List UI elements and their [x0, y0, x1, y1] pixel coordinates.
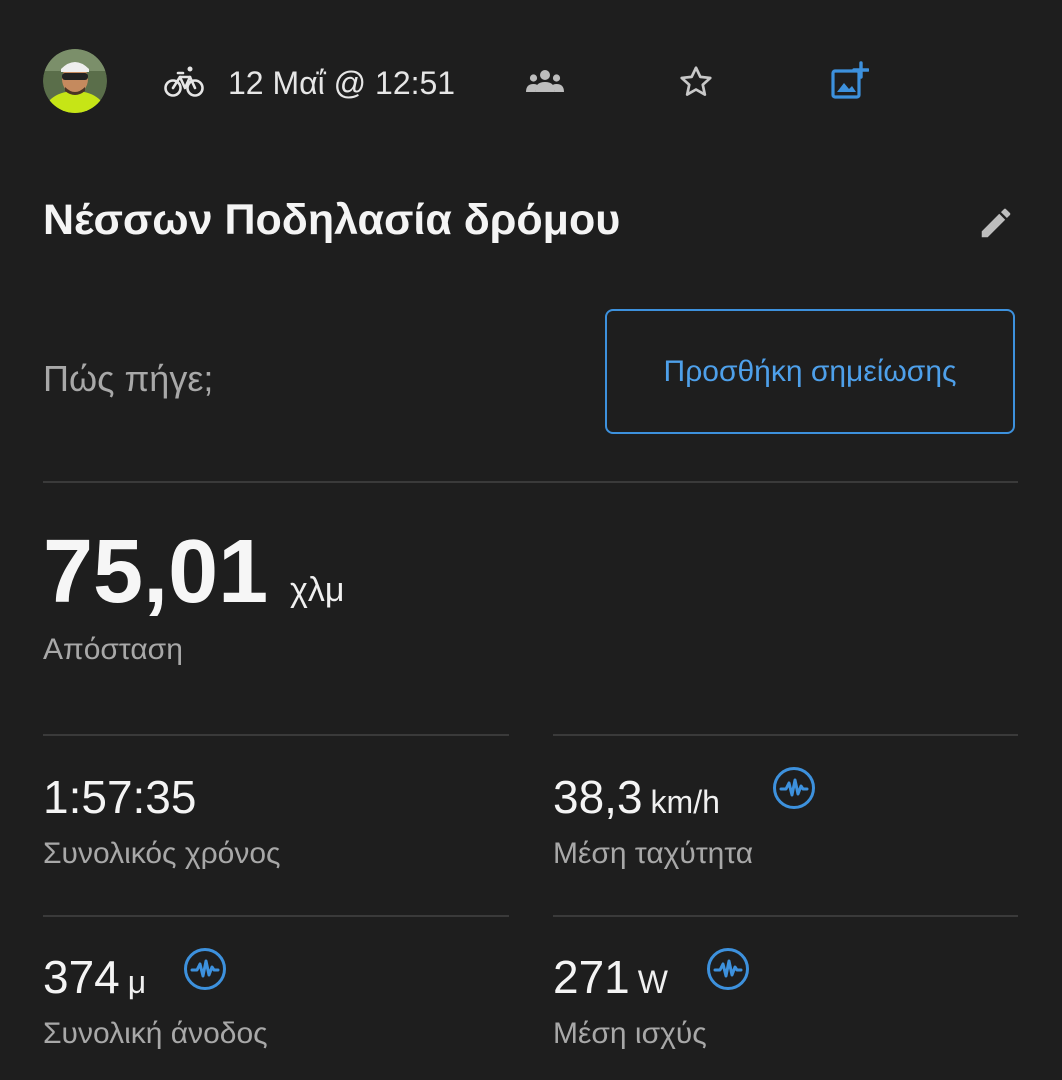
star-icon[interactable]: [676, 63, 716, 101]
avg-power-value: 271 W: [553, 950, 668, 1009]
total-ascent-unit: μ: [127, 964, 147, 1000]
bicycle-icon: [164, 63, 204, 99]
divider: [43, 734, 509, 736]
distance-unit: χλμ: [290, 571, 345, 609]
total-ascent-value: 374 μ: [43, 950, 146, 1009]
people-icon[interactable]: [525, 66, 565, 96]
pulse-icon[interactable]: [705, 946, 751, 992]
divider: [43, 481, 1018, 483]
activity-title: Νέσσων Ποδηλασία δρόμου: [43, 196, 621, 244]
avatar[interactable]: [43, 49, 107, 113]
avg-speed-unit: km/h: [650, 784, 720, 820]
total-ascent-label: Συνολική άνοδος: [43, 1017, 268, 1050]
total-time-label: Συνολικός χρόνος: [43, 837, 281, 870]
pulse-icon[interactable]: [771, 765, 817, 811]
total-time-value: 1:57:35: [43, 771, 197, 823]
divider: [553, 734, 1018, 736]
add-note-button[interactable]: Προσθήκη σημείωσης: [605, 309, 1015, 434]
divider: [43, 915, 509, 917]
divider: [553, 915, 1018, 917]
pulse-icon[interactable]: [182, 946, 228, 992]
avg-speed-value: 38,3 km/h: [553, 770, 720, 829]
distance-value: 75,01: [43, 522, 269, 622]
note-prompt: Πώς πήγε;: [43, 358, 214, 399]
avg-power-label: Μέση ισχύς: [553, 1017, 707, 1050]
activity-date: 12 Μαΐ @ 12:51: [228, 65, 456, 101]
avg-speed-label: Μέση ταχύτητα: [553, 837, 754, 870]
pencil-icon[interactable]: [976, 203, 1016, 243]
avg-power-unit: W: [637, 964, 668, 1000]
distance-label: Απόσταση: [43, 633, 183, 666]
add-photo-icon[interactable]: [828, 60, 870, 102]
